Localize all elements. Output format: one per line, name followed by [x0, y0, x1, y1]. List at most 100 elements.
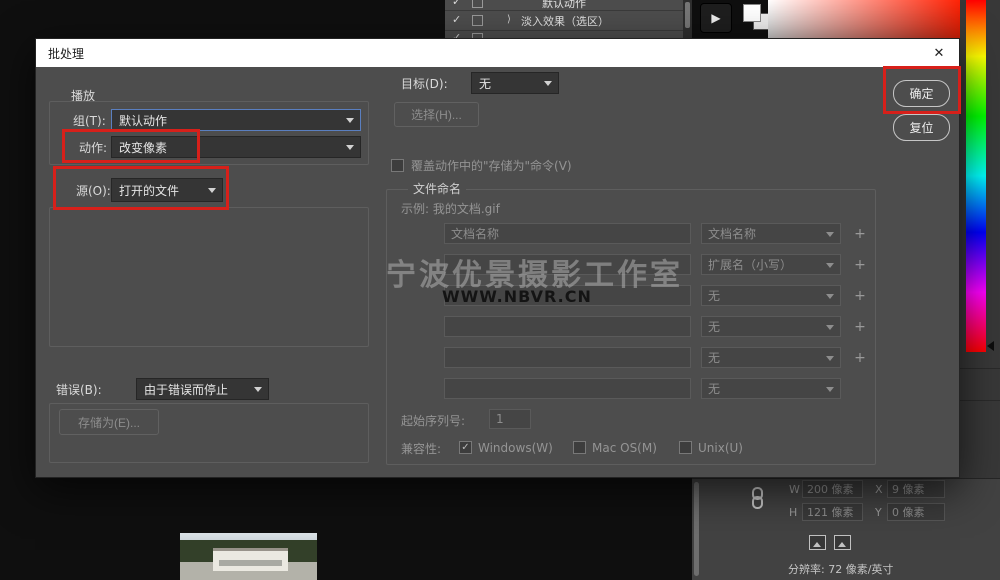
action-set-select[interactable]: 默认动作	[111, 109, 361, 131]
unix-label: Unix(U)	[698, 440, 743, 456]
dialog-titlebar[interactable]: 批处理 ✕	[36, 39, 959, 67]
naming-token-select[interactable]: 扩展名（小写）	[701, 254, 841, 275]
action-set-value: 默认动作	[119, 112, 167, 129]
link-dimensions-icon[interactable]	[752, 487, 764, 513]
naming-token-select[interactable]: 无	[701, 285, 841, 306]
document-photo-thumbnail	[180, 533, 317, 580]
windows-checkbox[interactable]: ✓	[459, 441, 472, 454]
compatibility-label: 兼容性:	[401, 440, 441, 456]
naming-token-select[interactable]: 无	[701, 347, 841, 368]
chevron-down-icon	[346, 118, 354, 123]
choose-button[interactable]: 选择(H)...	[394, 102, 479, 127]
naming-token-select[interactable]: 无	[701, 316, 841, 337]
actions-scrollbar[interactable]	[683, 0, 692, 38]
errors-label: 错误(B):	[56, 378, 102, 400]
photo-house-windows	[219, 560, 282, 566]
play-icon: ▶	[711, 11, 720, 25]
naming-token-select[interactable]: 文档名称	[701, 223, 841, 244]
image-thumbnail-icon[interactable]	[809, 535, 826, 550]
chevron-down-icon	[826, 387, 834, 392]
naming-token-input[interactable]	[444, 347, 691, 368]
naming-example-text: 示例: 我的文档.gif	[401, 200, 500, 216]
annotation-box-action	[62, 129, 200, 163]
actions-panel: ✓ 默认动作 ✓ ⟩ 淡入效果（选区） ✓	[445, 0, 692, 38]
naming-row: 无 +	[386, 347, 876, 368]
disclosure-arrow-icon[interactable]: ⟩	[507, 14, 511, 25]
errors-value: 由于错误而停止	[144, 381, 228, 398]
width-field[interactable]: 200 像素	[802, 480, 863, 498]
naming-row: 无 +	[386, 316, 876, 337]
destination-select[interactable]: 无	[471, 72, 559, 94]
destination-value: 无	[479, 75, 491, 92]
x-label: X	[875, 483, 883, 496]
image-thumbnail-icon[interactable]	[834, 535, 851, 550]
watermark-url: WWW.NBVR.CN	[442, 287, 592, 306]
naming-token-value: 扩展名（小写）	[708, 256, 792, 273]
action-dialog-toggle-icon[interactable]	[472, 0, 483, 8]
hue-slider[interactable]	[966, 0, 986, 352]
reset-button[interactable]: 复位	[893, 114, 950, 141]
x-field[interactable]: 9 像素	[887, 480, 945, 498]
naming-token-value: 无	[708, 318, 720, 335]
action-include-check-icon[interactable]: ✓	[452, 0, 461, 7]
naming-token-input[interactable]	[444, 316, 691, 337]
plus-indicator: +	[852, 316, 868, 337]
foreground-color-swatch[interactable]	[743, 4, 761, 22]
errors-select[interactable]: 由于错误而停止	[136, 378, 269, 400]
annotation-box-source	[53, 166, 229, 210]
override-save-as-label: 覆盖动作中的"存储为"命令(V)	[411, 157, 572, 173]
set-label: 组(T):	[73, 109, 106, 131]
macos-checkbox[interactable]	[573, 441, 586, 454]
unix-checkbox[interactable]	[679, 441, 692, 454]
hue-slider-marker-icon[interactable]	[987, 341, 994, 351]
y-field[interactable]: 0 像素	[887, 503, 945, 521]
panel-divider	[960, 400, 1000, 401]
plus-indicator	[852, 378, 868, 399]
action-include-check-icon[interactable]: ✓	[452, 14, 461, 25]
starting-serial-input[interactable]: 1	[489, 409, 531, 429]
height-field[interactable]: 121 像素	[802, 503, 863, 521]
chevron-down-icon	[826, 325, 834, 330]
save-as-button[interactable]: 存储为(E)...	[59, 409, 159, 435]
action-item-row[interactable]: 淡入效果（选区）	[521, 13, 609, 29]
naming-row: 文档名称 文档名称 +	[386, 223, 876, 244]
photoshop-workspace: ✓ 默认动作 ✓ ⟩ 淡入效果（选区） ✓ ▶ W 200 像素 X 9 像素 …	[0, 0, 1000, 580]
scrollbar-thumb[interactable]	[685, 2, 690, 28]
starting-serial-label: 起始序列号:	[401, 410, 465, 430]
naming-token-input[interactable]	[444, 378, 691, 399]
row-divider	[445, 10, 692, 11]
chevron-down-icon	[826, 263, 834, 268]
dialog-title: 批处理	[48, 39, 84, 67]
row-divider	[445, 30, 692, 31]
plus-indicator: +	[852, 254, 868, 275]
naming-token-input[interactable]: 文档名称	[444, 223, 691, 244]
action-dialog-toggle-icon[interactable]	[472, 15, 483, 26]
naming-token-select[interactable]: 无	[701, 378, 841, 399]
plus-indicator: +	[852, 285, 868, 306]
destination-label: 目标(D):	[401, 72, 448, 94]
override-save-as-checkbox[interactable]	[391, 159, 404, 172]
plus-indicator: +	[852, 347, 868, 368]
close-icon[interactable]: ✕	[923, 39, 955, 67]
width-label: W	[789, 483, 800, 496]
chevron-down-icon	[826, 232, 834, 237]
chevron-down-icon	[254, 387, 262, 392]
naming-token-value: 无	[708, 287, 720, 304]
play-action-button[interactable]: ▶	[700, 3, 732, 33]
chevron-down-icon	[826, 294, 834, 299]
macos-label: Mac OS(M)	[592, 440, 657, 456]
panel-scrollbar[interactable]	[694, 482, 699, 576]
chevron-down-icon	[346, 145, 354, 150]
chevron-down-icon	[544, 81, 552, 86]
naming-row: 无	[386, 378, 876, 399]
file-naming-legend: 文件命名	[408, 181, 466, 196]
naming-token-value: 文档名称	[708, 225, 756, 242]
plus-indicator: +	[852, 223, 868, 244]
transform-properties-panel: W 200 像素 X 9 像素 H 121 像素 Y 0 像素 分辨率: 72 …	[692, 478, 1000, 580]
resolution-value: 分辨率: 72 像素/英寸	[788, 561, 893, 577]
y-label: Y	[875, 506, 882, 519]
color-picker-saturation-field[interactable]	[768, 0, 965, 38]
windows-label: Windows(W)	[478, 440, 553, 456]
source-options-box	[49, 207, 369, 347]
panel-divider	[960, 368, 1000, 369]
